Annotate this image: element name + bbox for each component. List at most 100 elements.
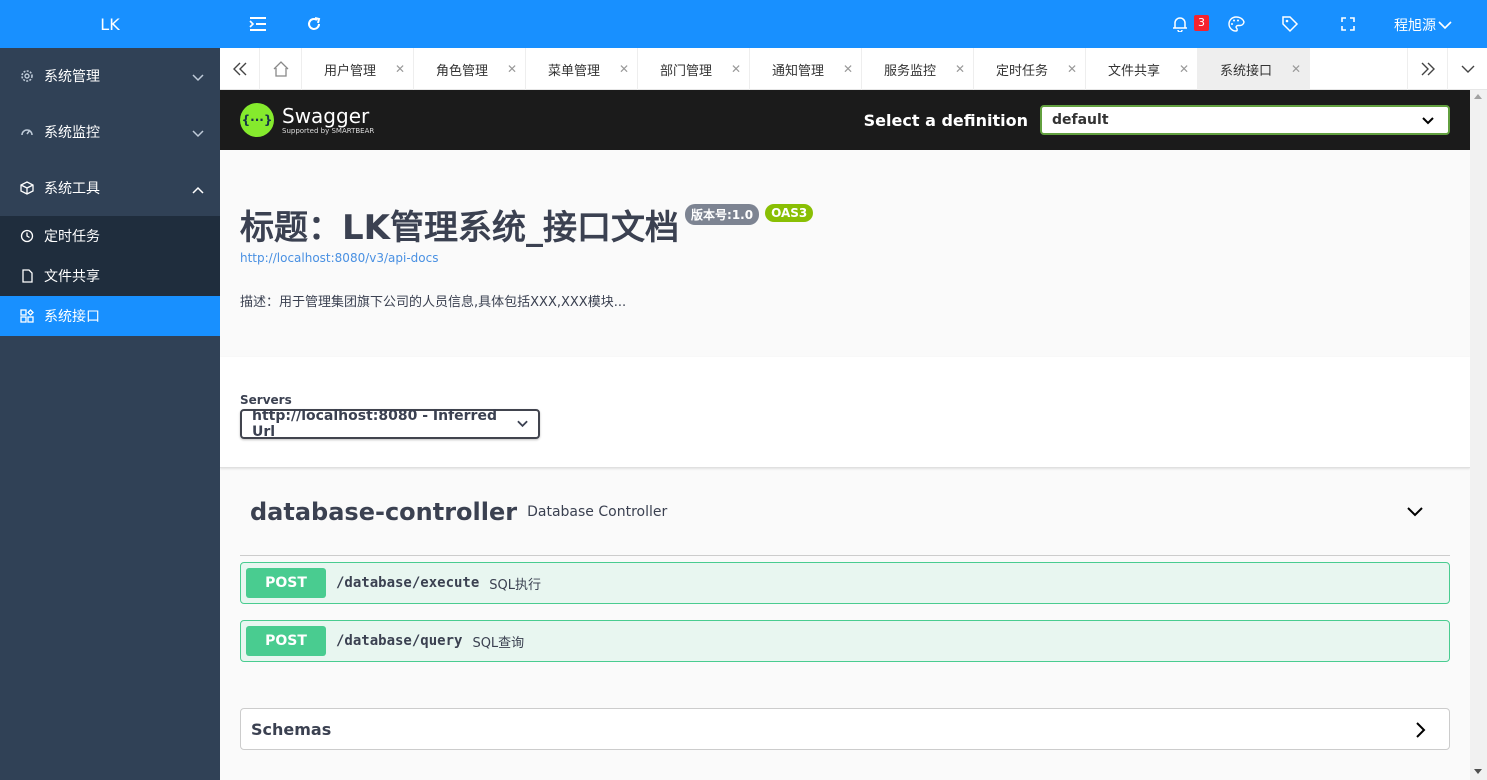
tab-label: 角色管理	[436, 63, 489, 79]
user-menu[interactable]: 程旭源	[1394, 15, 1452, 35]
tab-service-monitor[interactable]: 服务监控 ✕	[862, 48, 974, 90]
tab-scroll-left-button[interactable]	[220, 48, 260, 90]
tab-dropdown-button[interactable]	[1447, 48, 1487, 90]
schemas-title: Schemas	[251, 719, 332, 739]
tab-label: 部门管理	[660, 63, 713, 79]
tag-icon[interactable]	[1280, 14, 1300, 34]
swagger-brand: Swagger	[282, 103, 370, 128]
tab-dept-management[interactable]: 部门管理 ✕	[638, 48, 750, 90]
notification-badge: 3	[1194, 15, 1209, 31]
definition-select[interactable]: default	[1040, 105, 1450, 135]
clock-icon	[20, 229, 34, 243]
operation-summary: SQL执行	[489, 577, 542, 593]
swagger-content: {···} Swagger Supported by SMARTBEAR Sel…	[220, 90, 1470, 780]
sidebar-item-system-api[interactable]: 系统接口	[0, 296, 220, 336]
operation-row[interactable]: POST /database/query SQL查询	[240, 620, 1450, 662]
palette-icon[interactable]	[1226, 14, 1246, 34]
tab-label: 服务监控	[884, 63, 937, 79]
operation-row[interactable]: POST /database/execute SQL执行	[240, 562, 1450, 604]
close-icon[interactable]: ✕	[619, 62, 629, 76]
swagger-brackets-icon: {···}	[240, 103, 274, 137]
scrollbar[interactable]	[1470, 90, 1487, 780]
sidebar-item-scheduled-tasks[interactable]: 定时任务	[0, 216, 220, 256]
fullscreen-icon[interactable]	[1338, 14, 1358, 34]
close-icon[interactable]: ✕	[955, 62, 965, 76]
chevron-down-icon	[192, 70, 204, 86]
tab-role-management[interactable]: 角色管理 ✕	[414, 48, 526, 90]
sidebar-item-system-tools[interactable]: 系统工具	[0, 160, 220, 216]
tab-label: 系统接口	[1220, 63, 1273, 79]
api-info: 标题：LK管理系统_接口文档 版本号:1.0 OAS3 http://local…	[220, 150, 1470, 357]
tab-system-api[interactable]: 系统接口 ✕	[1198, 48, 1310, 90]
chevron-down-icon	[1461, 65, 1474, 73]
chevron-up-icon	[192, 182, 204, 198]
chevron-down-icon	[517, 420, 528, 428]
sidebar-item-label: 文件共享	[44, 269, 100, 285]
chevron-down-icon	[192, 126, 204, 142]
close-icon[interactable]: ✕	[395, 62, 405, 76]
chevron-down-icon	[1407, 507, 1423, 517]
tab-bar: 用户管理 ✕ 角色管理 ✕ 菜单管理 ✕ 部门管理 ✕ 通知管理 ✕ 服务监控 ✕ 定时任务…	[220, 48, 1487, 90]
swagger-logo[interactable]: {···} Swagger Supported by SMARTBEAR	[240, 103, 374, 137]
tab-controls	[1407, 48, 1487, 90]
scroll-up-arrow[interactable]	[1474, 94, 1482, 99]
definition-selector: Select a definition default	[864, 105, 1450, 135]
controller-section: database-controller Database Controller …	[220, 468, 1470, 662]
sidebar-item-system-management[interactable]: 系统管理	[0, 48, 220, 104]
chevron-right-icon	[1416, 722, 1426, 738]
tab-file-sharing[interactable]: 文件共享 ✕	[1086, 48, 1198, 90]
version-badge: 版本号:1.0	[685, 204, 760, 225]
server-value: http://localhost:8080 - Inferred Url	[252, 408, 497, 440]
double-chevron-left-icon	[232, 62, 246, 76]
select-definition-label: Select a definition	[863, 110, 1028, 130]
close-icon[interactable]: ✕	[731, 62, 741, 76]
method-badge: POST	[246, 626, 326, 656]
sidebar-item-system-monitor[interactable]: 系统监控	[0, 104, 220, 160]
user-name: 程旭源	[1394, 18, 1436, 34]
tab-scroll-right-button[interactable]	[1407, 48, 1447, 90]
sidebar-item-file-sharing[interactable]: 文件共享	[0, 256, 220, 296]
tab-notice-management[interactable]: 通知管理 ✕	[750, 48, 862, 90]
menu-collapse-icon[interactable]	[248, 14, 268, 34]
refresh-icon[interactable]	[304, 14, 324, 34]
controller-description: Database Controller	[527, 503, 668, 520]
close-icon[interactable]: ✕	[843, 62, 853, 76]
close-icon[interactable]: ✕	[1291, 62, 1301, 76]
tab-label: 文件共享	[1108, 63, 1161, 79]
servers-section: Servers http://localhost:8080 - Inferred…	[220, 357, 1470, 468]
cube-icon	[20, 181, 34, 195]
tab-menu-management[interactable]: 菜单管理 ✕	[526, 48, 638, 90]
servers-select[interactable]: http://localhost:8080 - Inferred Url	[240, 408, 540, 440]
chevron-down-icon	[1422, 117, 1434, 125]
tab-scheduled-tasks[interactable]: 定时任务 ✕	[974, 48, 1086, 90]
sidebar-item-label: 系统监控	[44, 125, 100, 141]
sidebar-item-label: 系统管理	[44, 69, 100, 85]
controller-header[interactable]: database-controller Database Controller	[240, 468, 1450, 556]
definition-value: default	[1052, 112, 1109, 128]
document-icon	[20, 269, 34, 283]
scroll-down-arrow[interactable]	[1474, 769, 1482, 774]
sidebar-item-label: 系统接口	[44, 309, 100, 325]
double-chevron-right-icon	[1421, 62, 1435, 76]
tab-label: 通知管理	[772, 63, 825, 79]
swagger-topbar: {···} Swagger Supported by SMARTBEAR Sel…	[220, 90, 1470, 150]
tab-label: 用户管理	[324, 63, 377, 79]
api-description: 描述：用于管理集团旗下公司的人员信息,具体包括XXX,XXX模块...	[240, 295, 627, 310]
bell-icon[interactable]	[1170, 14, 1190, 34]
chevron-down-icon	[1438, 20, 1452, 30]
dashboard-icon	[20, 125, 34, 139]
tab-label: 定时任务	[996, 63, 1049, 79]
method-badge: POST	[246, 568, 326, 598]
home-icon	[273, 61, 288, 77]
app-logo[interactable]: LK	[0, 0, 220, 48]
sidebar-item-label: 系统工具	[44, 181, 100, 197]
submenu-system-tools: 定时任务 文件共享 系统接口	[0, 216, 220, 336]
apps-icon	[20, 309, 34, 323]
schemas-section[interactable]: Schemas	[240, 708, 1450, 750]
api-docs-link[interactable]: http://localhost:8080/v3/api-docs	[240, 251, 1450, 265]
tab-user-management[interactable]: 用户管理 ✕	[302, 48, 414, 90]
close-icon[interactable]: ✕	[1179, 62, 1189, 76]
close-icon[interactable]: ✕	[507, 62, 517, 76]
tab-home[interactable]	[260, 48, 302, 90]
close-icon[interactable]: ✕	[1067, 62, 1077, 76]
